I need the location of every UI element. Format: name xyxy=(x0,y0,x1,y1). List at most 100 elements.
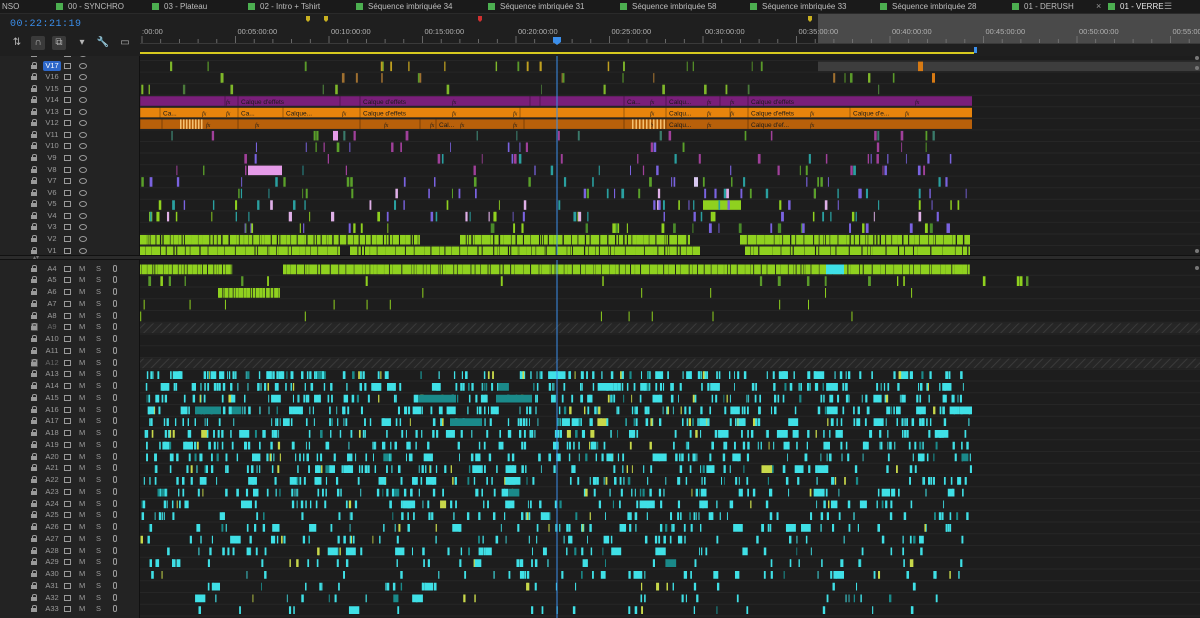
video-clip[interactable] xyxy=(476,130,478,141)
audio-clip[interactable] xyxy=(558,406,561,415)
audio-clip[interactable] xyxy=(448,406,450,415)
audio-clip[interactable] xyxy=(826,383,828,391)
audio-clip[interactable] xyxy=(568,371,571,379)
video-clip[interactable] xyxy=(389,234,393,245)
lock-icon[interactable] xyxy=(31,223,38,231)
audio-clip[interactable] xyxy=(397,406,400,415)
eye-icon[interactable] xyxy=(79,155,87,162)
audio-clip[interactable] xyxy=(323,383,326,391)
video-clip[interactable] xyxy=(244,223,246,233)
video-clip[interactable] xyxy=(656,119,659,129)
mute-button[interactable]: M xyxy=(79,557,85,567)
audio-clip[interactable] xyxy=(878,571,881,579)
audio-clip[interactable] xyxy=(176,453,179,462)
audio-clip[interactable] xyxy=(358,430,361,438)
video-clip[interactable] xyxy=(686,61,688,72)
lock-icon[interactable] xyxy=(31,211,38,220)
audio-clip[interactable] xyxy=(566,430,571,438)
video-clip[interactable] xyxy=(945,264,952,275)
audio-clip[interactable] xyxy=(754,394,757,403)
audio-clip[interactable] xyxy=(583,430,585,438)
video-clip[interactable] xyxy=(653,119,655,129)
audio-clip[interactable] xyxy=(597,418,608,426)
audio-clip[interactable] xyxy=(272,524,280,532)
audio-clip[interactable] xyxy=(400,477,403,485)
audio-clip[interactable] xyxy=(194,441,197,450)
audio-clip[interactable] xyxy=(154,477,157,485)
audio-clip[interactable] xyxy=(810,512,813,520)
audio-clip[interactable] xyxy=(690,571,692,579)
audio-clip[interactable] xyxy=(393,394,396,403)
audio-clip[interactable] xyxy=(788,488,790,497)
video-clip[interactable] xyxy=(475,264,481,275)
audio-clip[interactable] xyxy=(606,453,613,462)
audio-clip[interactable] xyxy=(762,524,765,532)
audio-clip[interactable] xyxy=(783,441,789,450)
video-clip[interactable] xyxy=(202,264,208,275)
audio-clip[interactable] xyxy=(204,383,206,391)
audio-clip[interactable] xyxy=(617,383,619,391)
audio-clip[interactable] xyxy=(261,582,262,591)
video-clip[interactable] xyxy=(333,130,338,141)
video-clip[interactable] xyxy=(498,200,500,210)
audio-clip[interactable] xyxy=(678,394,679,403)
audio-clip[interactable] xyxy=(808,383,810,391)
audio-clip[interactable] xyxy=(677,535,683,544)
lock-icon[interactable] xyxy=(31,370,38,378)
audio-clip[interactable] xyxy=(528,535,530,544)
audio-clip[interactable] xyxy=(765,500,769,509)
video-clip[interactable] xyxy=(172,264,178,275)
audio-clip[interactable] xyxy=(914,441,917,450)
audio-clip[interactable] xyxy=(690,524,693,532)
video-clip[interactable] xyxy=(938,177,941,187)
snap-magnet-icon[interactable]: ∩ xyxy=(31,36,45,50)
audio-clip[interactable] xyxy=(647,371,650,379)
video-clip[interactable] xyxy=(949,154,952,164)
video-clip[interactable] xyxy=(624,234,627,245)
audio-clip[interactable] xyxy=(539,500,542,509)
video-clip[interactable] xyxy=(389,264,393,275)
audio-clip[interactable] xyxy=(474,594,476,603)
audio-clip[interactable] xyxy=(452,477,454,485)
video-clip[interactable] xyxy=(578,234,585,245)
audio-clip[interactable] xyxy=(952,441,955,450)
audio-clip[interactable] xyxy=(289,559,291,567)
audio-clip[interactable] xyxy=(730,406,740,415)
audio-clip[interactable] xyxy=(198,547,200,556)
audio-clip[interactable] xyxy=(893,371,896,379)
audio-clip[interactable] xyxy=(734,371,736,379)
voice-over-mic-icon[interactable] xyxy=(113,534,117,542)
audio-clip[interactable] xyxy=(876,383,878,391)
audio-clip[interactable] xyxy=(189,535,192,544)
video-clip[interactable] xyxy=(474,234,482,245)
lock-icon[interactable] xyxy=(31,558,38,566)
audio-clip[interactable] xyxy=(943,477,946,485)
audio-clip[interactable] xyxy=(346,383,348,391)
video-clip[interactable] xyxy=(952,234,956,245)
audio-clip[interactable] xyxy=(808,299,810,310)
audio-clip[interactable] xyxy=(252,453,261,462)
audio-clip[interactable] xyxy=(699,524,702,532)
audio-clip[interactable] xyxy=(425,477,437,485)
audio-clip[interactable] xyxy=(796,535,798,544)
audio-clip[interactable] xyxy=(839,371,843,379)
video-clip[interactable] xyxy=(918,188,921,199)
audio-clip[interactable] xyxy=(395,418,398,426)
audio-clip[interactable] xyxy=(420,371,422,379)
track-name[interactable]: A30 xyxy=(43,569,61,579)
track-name[interactable]: V5 xyxy=(43,199,61,209)
audio-clip[interactable] xyxy=(146,453,148,462)
audio-clip[interactable] xyxy=(291,371,294,379)
audio-clip[interactable] xyxy=(510,430,512,438)
audio-clip[interactable] xyxy=(172,559,174,567)
video-clip[interactable] xyxy=(897,234,903,245)
tab-menu-icon[interactable]: ☰ xyxy=(1164,0,1172,13)
video-clip[interactable] xyxy=(946,223,950,233)
audio-clip[interactable] xyxy=(343,535,346,544)
video-clip[interactable] xyxy=(170,234,174,245)
track-name[interactable]: A18 xyxy=(43,428,61,438)
audio-clip[interactable] xyxy=(277,441,281,450)
track-name[interactable]: A27 xyxy=(43,534,61,544)
audio-clip[interactable] xyxy=(415,594,418,603)
clip-canvas[interactable]: fx Calque d'effets Calque d'effets fx Ca... f… xyxy=(140,56,1200,618)
